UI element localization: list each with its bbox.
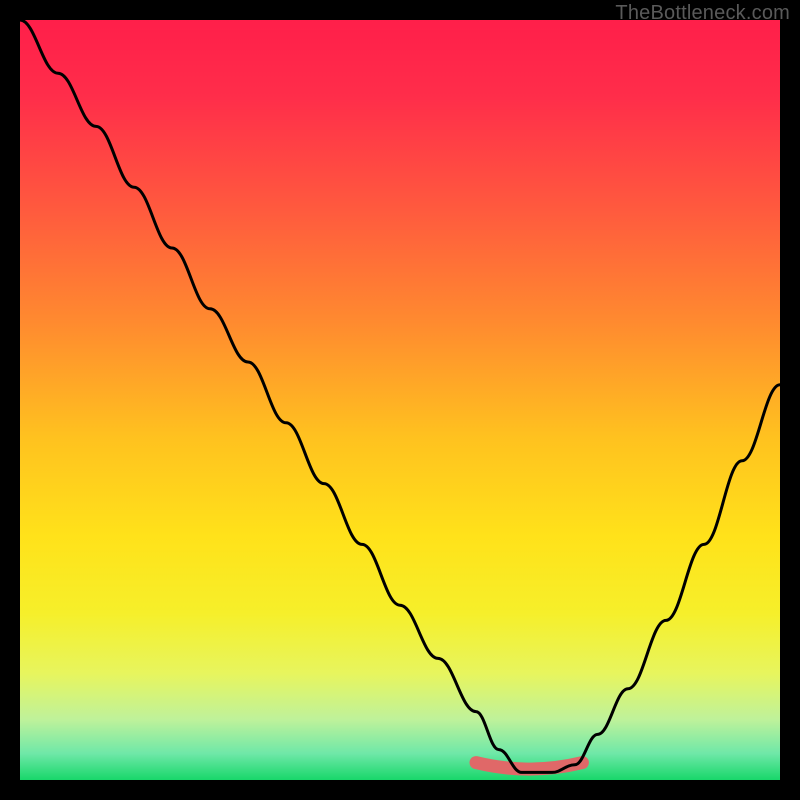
plot-area <box>20 20 780 780</box>
bottleneck-curve <box>20 20 780 780</box>
chart-frame: TheBottleneck.com <box>0 0 800 800</box>
curve-path <box>20 20 780 772</box>
